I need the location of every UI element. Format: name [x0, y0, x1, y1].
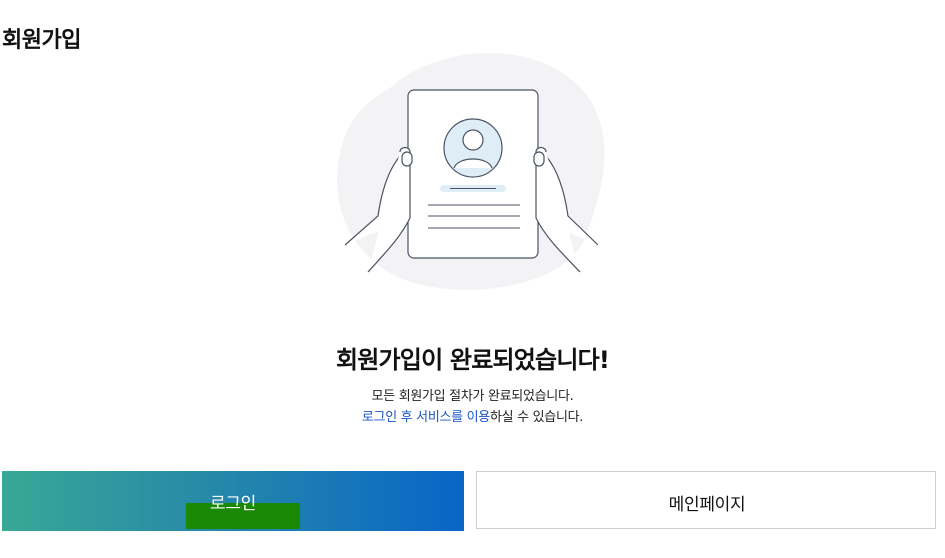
login-guide-accent: 로그인 후 서비스를 이용: [361, 410, 490, 425]
illustration: [330, 48, 615, 298]
page-title: 회원가입: [2, 28, 81, 53]
main-page-button[interactable]: 메인페이지: [476, 471, 936, 529]
login-guide-text: 로그인 후 서비스를 이용하실 수 있습니다.: [0, 406, 945, 425]
completion-headline: 회원가입이 완료되었습니다!: [323, 338, 618, 391]
document-with-profile-icon: [337, 53, 605, 290]
login-guide-rest: 하실 수 있습니다.: [489, 410, 584, 425]
completion-description: 모든 회원가입 절차가 완료되었습니다.: [371, 389, 574, 404]
login-button[interactable]: 로그인: [2, 471, 464, 531]
headline-container: 회원가입이 완료되었습니다!: [0, 338, 945, 391]
main-page-button-label: 메인페이지: [668, 495, 746, 514]
login-button-label: 로그인: [209, 494, 257, 513]
headline-text: 회원가입이 완료되었습니다!: [335, 346, 610, 374]
signup-complete-page: 회원가입 회원가입이 완료되었습니다! 모든 회원가입 절차가 완료되었습니다.…: [0, 0, 945, 558]
